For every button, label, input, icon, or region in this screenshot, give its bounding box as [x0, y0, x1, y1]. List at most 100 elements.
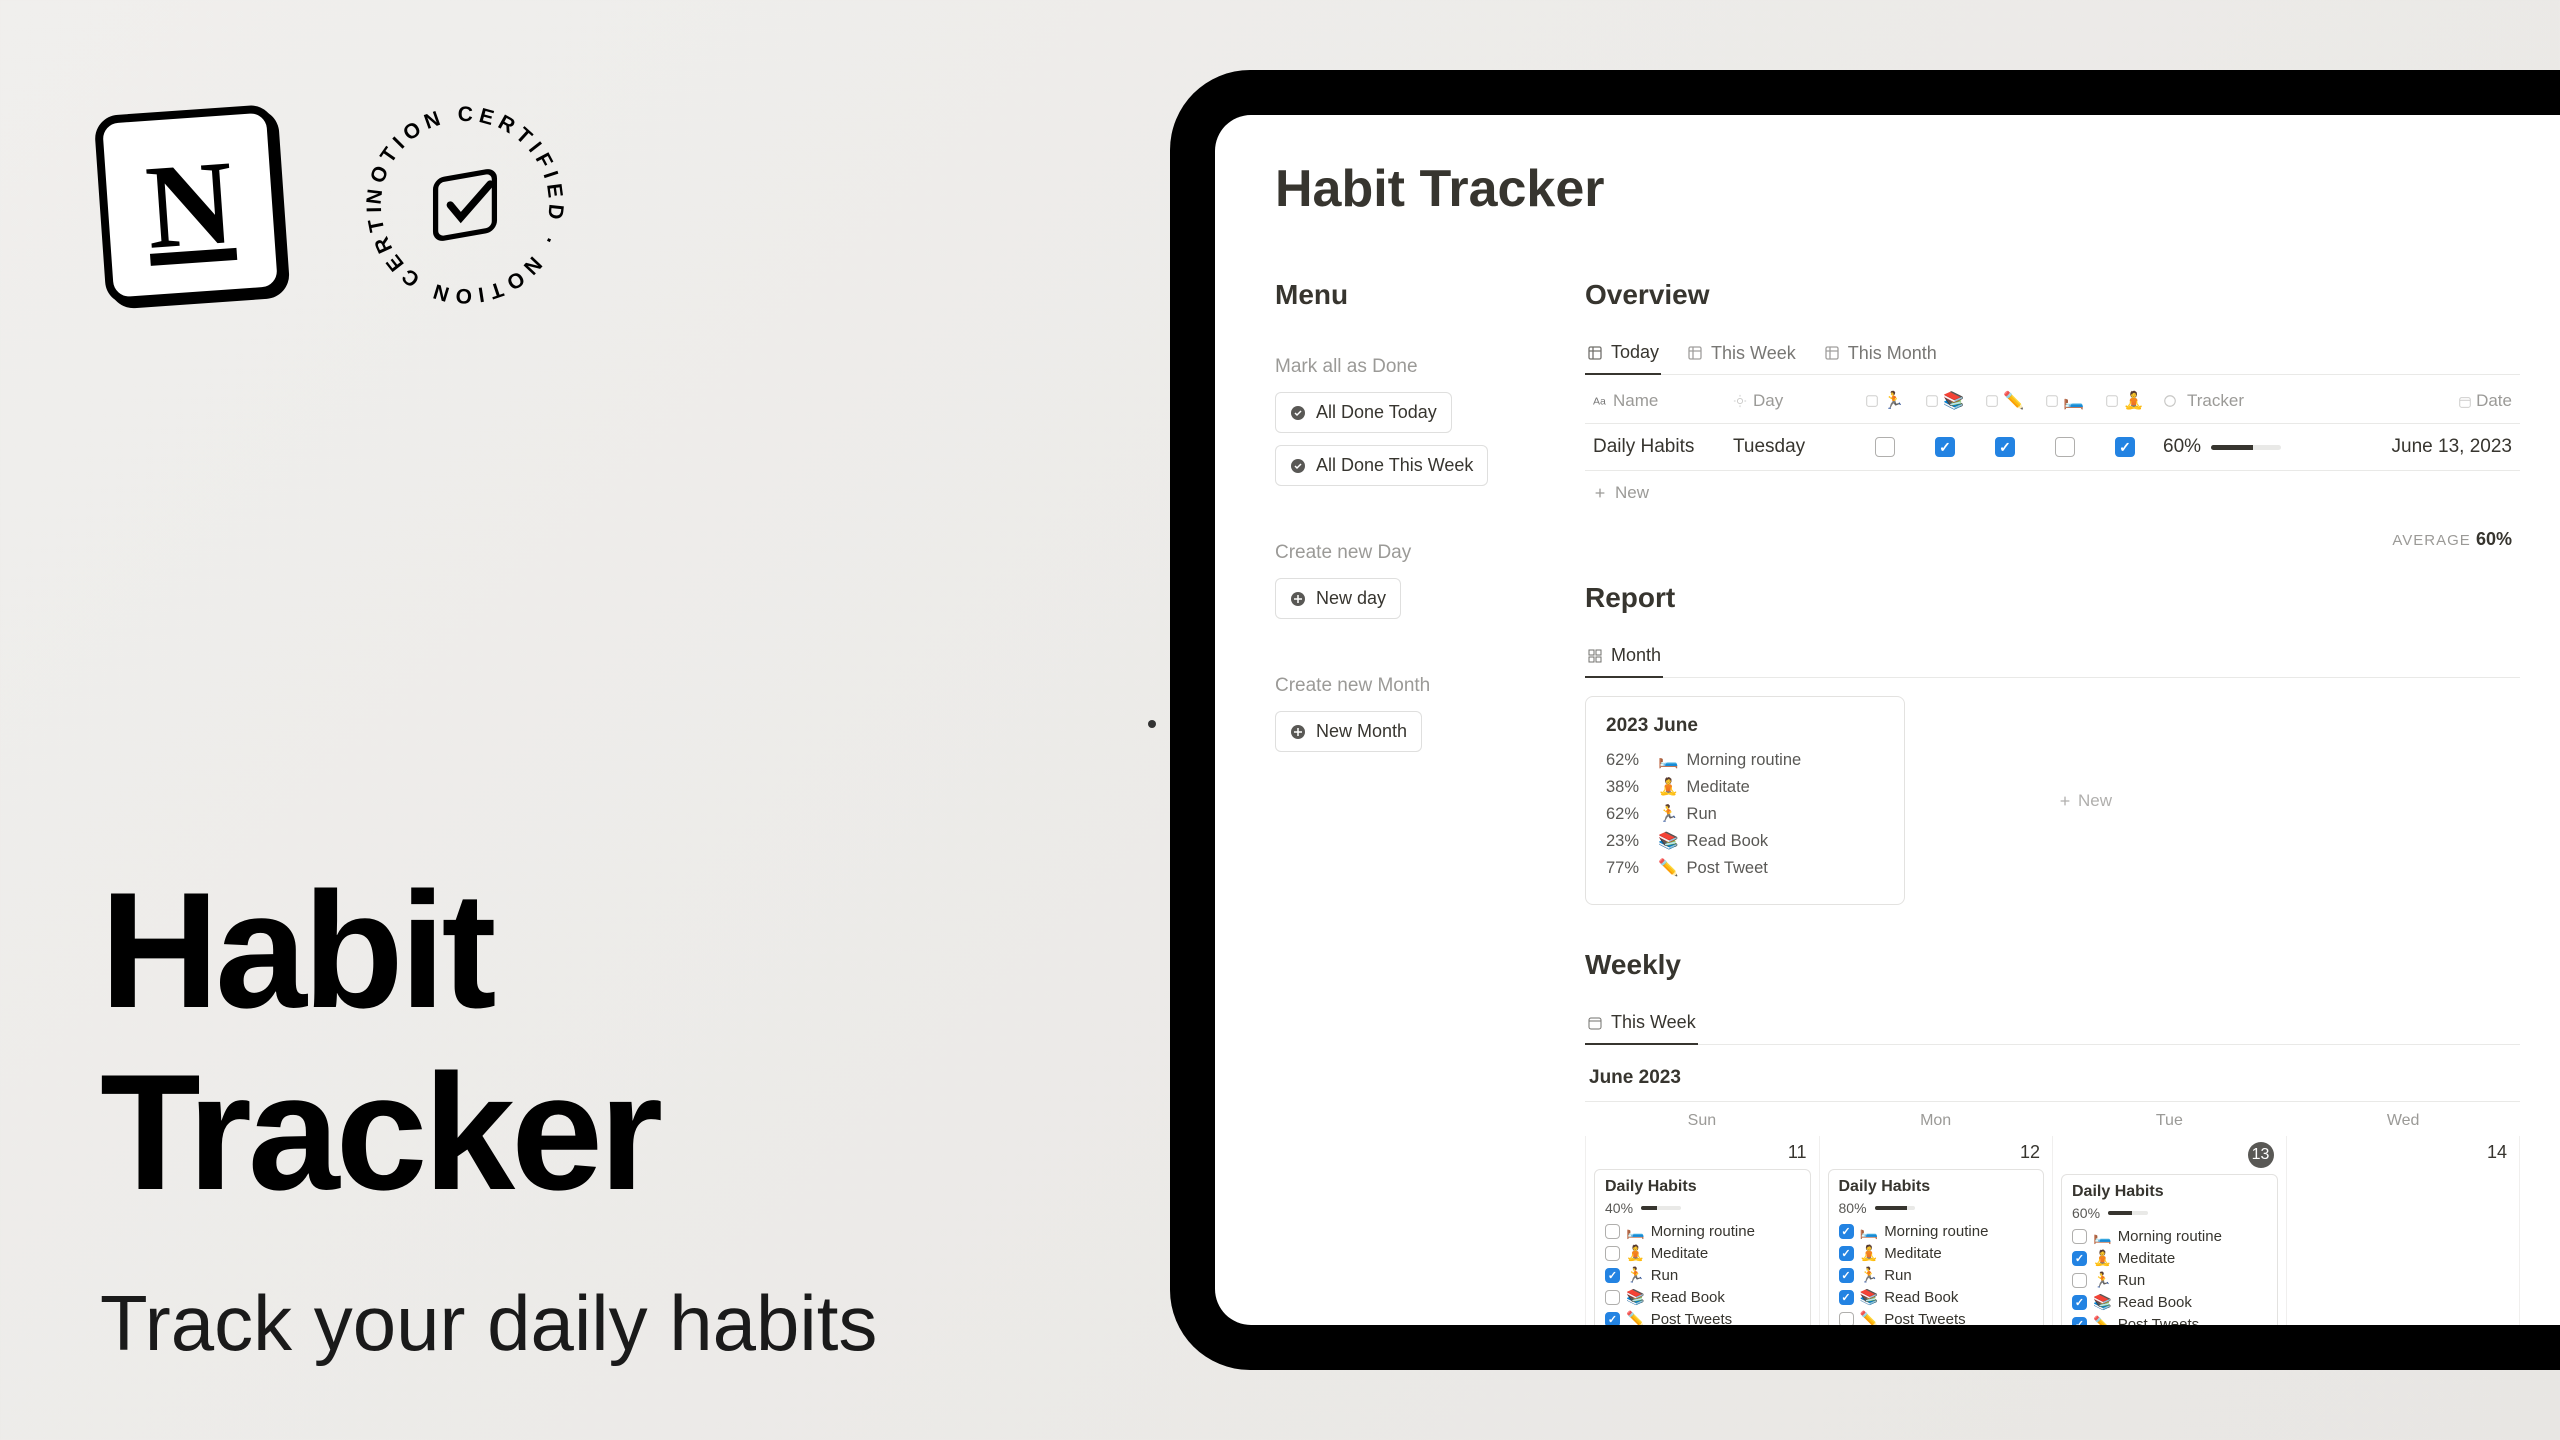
calendar-icon: [2458, 395, 2472, 409]
habit-checkbox[interactable]: [1839, 1290, 1854, 1305]
calendar-icon: [1587, 1015, 1603, 1031]
habit-card-progress: 80%: [1839, 1200, 2034, 1216]
habit-checkbox[interactable]: [2055, 437, 2075, 457]
table-icon: [1587, 345, 1603, 361]
table-row[interactable]: Daily Habits Tuesday 60% June 13,: [1585, 424, 2520, 471]
habit-card[interactable]: Daily Habits 40% 🛏️Morning routine🧘Medit…: [1594, 1169, 1811, 1325]
col-date: Date: [2325, 379, 2520, 423]
overview-table: AaName Day 🏃 📚 ✏️ 🛏️ 🧘 Tracker Date Dail…: [1585, 379, 2520, 582]
habit-checkbox[interactable]: [1605, 1224, 1620, 1239]
col-check-4: 🛏️: [2035, 379, 2095, 423]
habit-checkbox[interactable]: [1935, 437, 1955, 457]
tab-this-week[interactable]: This Week: [1685, 336, 1798, 374]
habit-item: 📚Read Book: [2072, 1293, 2267, 1311]
camera-icon: [1148, 720, 1156, 728]
plus-icon: [1593, 486, 1607, 500]
habit-checkbox[interactable]: [1605, 1268, 1620, 1283]
notion-certified-badge-icon: NOTION CERTIFIED · NOTION CERTIFIED ·: [360, 100, 570, 310]
habit-item: 🛏️Morning routine: [2072, 1227, 2267, 1245]
habit-checkbox[interactable]: [2072, 1295, 2087, 1310]
weekday-label: Wed: [2286, 1102, 2520, 1136]
table-icon: [1824, 345, 1840, 361]
plus-circle-icon: [1290, 724, 1306, 740]
report-item: 23%📚Read Book: [1606, 832, 1884, 851]
promo-subtitle: Track your daily habits: [100, 1273, 1000, 1374]
habit-checkbox[interactable]: [2115, 437, 2135, 457]
col-check-3: ✏️: [1975, 379, 2035, 423]
menu-heading: Menu: [1275, 279, 1525, 311]
habit-item: 🧘Meditate: [1839, 1244, 2034, 1262]
habit-checkbox[interactable]: [1605, 1290, 1620, 1305]
habit-checkbox[interactable]: [1875, 437, 1895, 457]
report-item: 62%🛏️Morning routine: [1606, 751, 1884, 770]
habit-checkbox[interactable]: [1605, 1246, 1620, 1261]
col-name: AaName: [1585, 379, 1725, 423]
habit-card[interactable]: Daily Habits 80% 🛏️Morning routine🧘Medit…: [1828, 1169, 2045, 1325]
habit-card-title: Daily Habits: [2072, 1183, 2267, 1201]
habit-item: 🏃Run: [1605, 1266, 1800, 1284]
report-card-title: 2023 June: [1606, 715, 1884, 737]
all-done-today-button[interactable]: All Done Today: [1275, 392, 1452, 433]
promo-panel: N NOTION CERTIFIED · NOTION CERTIFIED · …: [100, 100, 1000, 1374]
col-check-2: 📚: [1915, 379, 1975, 423]
report-item: 77%✏️Post Tweet: [1606, 859, 1884, 878]
date-number: 12: [1828, 1142, 2045, 1163]
habit-item: ✏️Post Tweets: [1839, 1310, 2034, 1325]
tab-this-month[interactable]: This Month: [1822, 336, 1939, 374]
all-done-week-button[interactable]: All Done This Week: [1275, 445, 1488, 486]
page-title: Habit Tracker: [1275, 159, 2520, 219]
create-day-label: Create new Day: [1275, 542, 1525, 564]
tab-this-week-cal[interactable]: This Week: [1585, 1006, 1698, 1045]
tab-month[interactable]: Month: [1585, 639, 1663, 678]
average-row: AVERAGE 60%: [1585, 515, 2520, 582]
table-icon: [1687, 345, 1703, 361]
check-circle-icon: [1290, 405, 1306, 421]
report-card[interactable]: 2023 June 62%🛏️Morning routine38%🧘Medita…: [1585, 696, 1905, 905]
overview-tabs: Today This Week This Month: [1585, 336, 2520, 375]
habit-checkbox[interactable]: [2072, 1273, 2087, 1288]
habit-checkbox[interactable]: [2072, 1251, 2087, 1266]
date-number: 13: [2061, 1142, 2278, 1168]
habit-checkbox[interactable]: [1995, 437, 2015, 457]
habit-checkbox[interactable]: [2072, 1229, 2087, 1244]
svg-text:NOTION CERTIFIED · NOTION CERT: NOTION CERTIFIED · NOTION CERTIFIED ·: [360, 100, 568, 307]
habit-card-progress: 40%: [1605, 1200, 1800, 1216]
col-check-1: 🏃: [1855, 379, 1915, 423]
calendar-day-cell[interactable]: 11 Daily Habits 40% 🛏️Morning routine🧘Med…: [1585, 1136, 1820, 1325]
sun-icon: [1733, 394, 1747, 408]
new-month-button[interactable]: New Month: [1275, 711, 1422, 752]
weekly-month-label: June 2023: [1585, 1049, 2520, 1101]
new-row-button[interactable]: New: [1585, 471, 2520, 515]
date-number: 11: [1594, 1142, 1811, 1163]
habit-checkbox[interactable]: [1839, 1268, 1854, 1283]
habit-item: 🏃Run: [1839, 1266, 2034, 1284]
col-tracker: Tracker: [2155, 379, 2325, 423]
report-item: 62%🏃Run: [1606, 805, 1884, 824]
habit-item: 🏃Run: [2072, 1271, 2267, 1289]
new-card-button[interactable]: New: [1925, 696, 2245, 905]
habit-checkbox[interactable]: [2072, 1317, 2087, 1326]
promo-title: Habit Tracker: [100, 860, 1000, 1223]
mark-all-label: Mark all as Done: [1275, 356, 1525, 378]
report-heading: Report: [1585, 582, 2520, 614]
calendar-day-cell[interactable]: 14: [2287, 1136, 2521, 1325]
habit-checkbox[interactable]: [1839, 1246, 1854, 1261]
gallery-icon: [1587, 648, 1603, 664]
habit-item: 🛏️Morning routine: [1605, 1222, 1800, 1240]
habit-item: 🧘Meditate: [2072, 1249, 2267, 1267]
habit-checkbox[interactable]: [1839, 1312, 1854, 1326]
calendar-day-cell[interactable]: 13 Daily Habits 60% 🛏️Morning routine🧘Med…: [2053, 1136, 2287, 1325]
habit-checkbox[interactable]: [1839, 1224, 1854, 1239]
tab-today[interactable]: Today: [1585, 336, 1661, 375]
notion-logo-icon: N: [94, 104, 287, 306]
plus-icon: [2058, 794, 2072, 808]
row-tracker: 60%: [2155, 424, 2325, 470]
habit-item: ✏️Post Tweets: [1605, 1310, 1800, 1325]
row-date: June 13, 2023: [2325, 424, 2520, 470]
new-day-button[interactable]: New day: [1275, 578, 1401, 619]
habit-item: 📚Read Book: [1605, 1288, 1800, 1306]
habit-checkbox[interactable]: [1605, 1312, 1620, 1326]
plus-circle-icon: [1290, 591, 1306, 607]
calendar-day-cell[interactable]: 12 Daily Habits 80% 🛏️Morning routine🧘Med…: [1820, 1136, 2054, 1325]
habit-card[interactable]: Daily Habits 60% 🛏️Morning routine🧘Medit…: [2061, 1174, 2278, 1325]
